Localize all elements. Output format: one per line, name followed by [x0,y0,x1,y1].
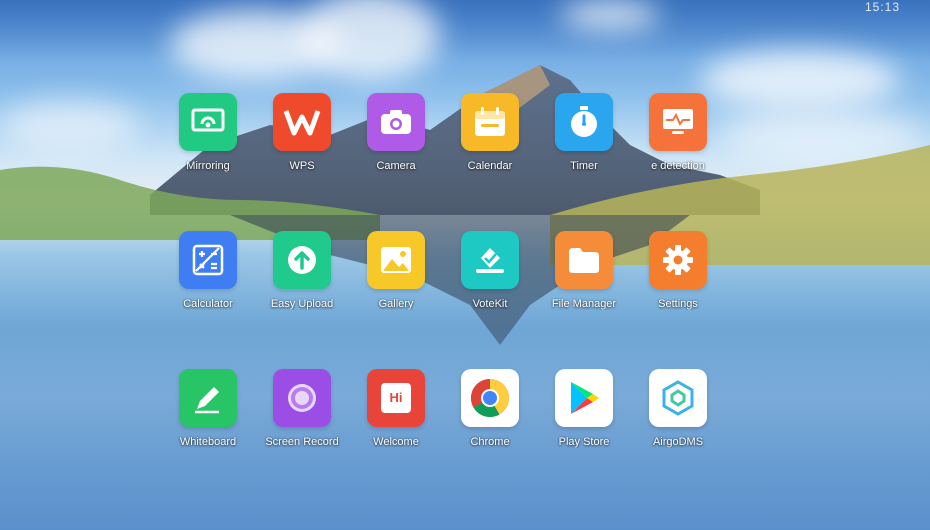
app-label: Calculator [183,298,233,310]
app-e-detection[interactable]: e detection [630,93,726,172]
app-settings[interactable]: Settings [630,231,726,310]
record-icon [273,369,331,427]
app-play-store[interactable]: Play Store [536,369,632,448]
app-label: Screen Record [265,436,339,448]
app-label: Gallery [378,298,414,310]
welcome-icon: Hi [367,369,425,427]
app-calculator[interactable]: Calculator [160,231,256,310]
app-easy-upload[interactable]: Easy Upload [254,231,350,310]
wps-icon [273,93,331,151]
app-votekit[interactable]: VoteKit [442,231,538,310]
timer-icon [555,93,613,151]
app-timer[interactable]: Timer [536,93,632,172]
app-welcome[interactable]: Hi Welcome [348,369,444,448]
app-label: Welcome [373,436,419,448]
app-label: Play Store [558,436,610,448]
airgodms-icon [649,369,707,427]
mirroring-icon [179,93,237,151]
app-camera[interactable]: Camera [348,93,444,172]
app-label: Camera [376,160,416,172]
app-label: File Manager [551,298,617,310]
monitor-detection-icon [649,93,707,151]
app-chrome[interactable]: Chrome [442,369,538,448]
app-label: Chrome [470,436,510,448]
app-label: Calendar [467,160,513,172]
app-label: AirgoDMS [652,436,704,448]
vote-icon [461,231,519,289]
gallery-icon [367,231,425,289]
app-calendar[interactable]: Calendar [442,93,538,172]
app-label: WPS [289,160,315,172]
camera-icon [367,93,425,151]
app-label: Whiteboard [179,436,237,448]
status-clock: 15:13 [864,0,900,14]
app-label: Timer [570,160,598,172]
pen-icon [179,369,237,427]
app-whiteboard[interactable]: Whiteboard [160,369,256,448]
app-label: Easy Upload [270,298,334,310]
app-wps[interactable]: WPS [254,93,350,172]
app-label: e detection [651,160,705,172]
calendar-icon [461,93,519,151]
app-gallery[interactable]: Gallery [348,231,444,310]
app-file-manager[interactable]: File Manager [536,231,632,310]
welcome-glyph: Hi [381,383,411,413]
app-label: VoteKit [472,298,508,310]
play-store-icon [555,369,613,427]
app-airgodms[interactable]: AirgoDMS [630,369,726,448]
app-screen-record[interactable]: Screen Record [254,369,350,448]
chrome-icon [461,369,519,427]
app-label: Settings [658,298,698,310]
app-mirroring[interactable]: Mirroring [160,93,256,172]
calculator-icon [179,231,237,289]
folder-icon [555,231,613,289]
gear-icon [649,231,707,289]
app-label: Mirroring [186,160,230,172]
upload-icon [273,231,331,289]
